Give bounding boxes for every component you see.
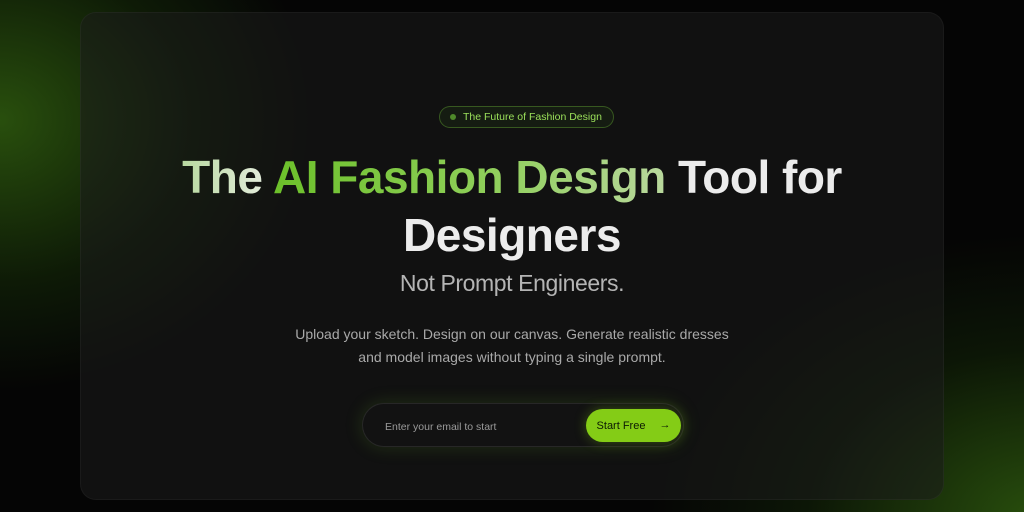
future-badge: The Future of Fashion Design: [439, 106, 614, 128]
hero-description-line1: Upload your sketch. Design on our canvas…: [295, 326, 729, 342]
hero-title-tail: Tool for: [665, 151, 842, 203]
hero-title-line2: Designers: [403, 209, 621, 261]
landing-page: The Future of Fashion Design The AI Fash…: [0, 0, 1024, 512]
badge-label: The Future of Fashion Design: [463, 111, 602, 123]
hero-title-lead: The: [182, 151, 274, 203]
start-free-label: Start Free: [596, 419, 646, 432]
hero-description: Upload your sketch. Design on our canvas…: [262, 323, 762, 369]
start-free-button[interactable]: Start Free →: [586, 409, 681, 442]
email-signup-form: Start Free →: [362, 403, 684, 447]
email-input[interactable]: [383, 415, 587, 439]
hero-description-line2: and model images without typing a single…: [358, 349, 666, 365]
hero-title-accent: AI Fashion Design: [273, 151, 666, 203]
arrow-right-icon: →: [659, 419, 671, 431]
hero-title: The AI Fashion Design Tool for Designers: [0, 148, 1024, 264]
status-dot-icon: [450, 114, 456, 120]
hero-subtitle: Not Prompt Engineers.: [399, 270, 625, 296]
